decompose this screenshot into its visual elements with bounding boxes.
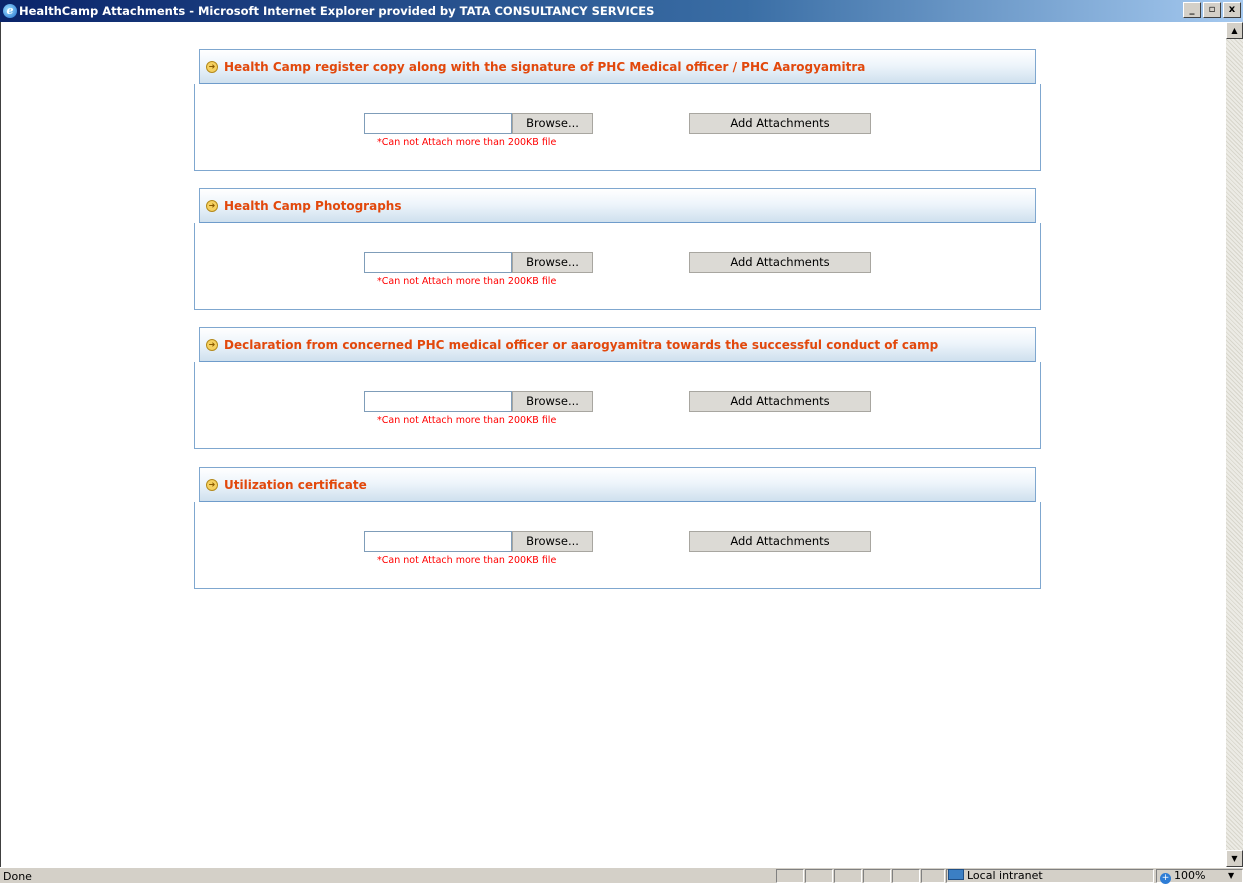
maximize-button[interactable]: ▫ [1203,2,1221,18]
ie-icon: e [3,4,17,18]
section-title: Declaration from concerned PHC medical o… [224,338,939,352]
arrow-right-icon: ➜ [206,479,218,491]
section-title: Health Camp Photographs [224,199,402,213]
file-path-input[interactable] [364,531,512,552]
add-attachments-button[interactable]: Add Attachments [689,113,871,134]
file-path-input[interactable] [364,252,512,273]
page-viewport: ➜ Health Camp register copy along with t… [0,22,1226,867]
browse-button[interactable]: Browse... [512,252,593,273]
status-pane [834,869,862,883]
file-size-note: *Can not Attach more than 200KB file [377,555,557,566]
status-text: Done [3,870,32,883]
section-body: Browse... Add Attachments *Can not Attac… [194,502,1041,589]
section-body: Browse... Add Attachments *Can not Attac… [194,223,1041,310]
file-size-note: *Can not Attach more than 200KB file [377,137,557,148]
file-path-input[interactable] [364,391,512,412]
browse-button[interactable]: Browse... [512,113,593,134]
status-pane [805,869,833,883]
add-attachments-button[interactable]: Add Attachments [689,252,871,273]
section-header: ➜ Declaration from concerned PHC medical… [199,327,1036,362]
status-pane [863,869,891,883]
zoom-icon: + [1160,873,1171,884]
section-header: ➜ Utilization certificate [199,467,1036,502]
browse-button[interactable]: Browse... [512,531,593,552]
window-title-bar[interactable]: e HealthCamp Attachments - Microsoft Int… [0,0,1243,22]
status-bar: Done Local intranet +100% ▼ [0,867,1243,884]
scroll-down-icon[interactable]: ▼ [1226,850,1243,867]
window-title: HealthCamp Attachments - Microsoft Inter… [19,4,655,18]
section-header: ➜ Health Camp register copy along with t… [199,49,1036,84]
close-button[interactable]: x [1223,2,1241,18]
add-attachments-button[interactable]: Add Attachments [689,391,871,412]
local-intranet-icon [948,869,964,880]
status-pane [776,869,804,883]
section-title: Health Camp register copy along with the… [224,60,866,74]
minimize-button[interactable]: _ [1183,2,1201,18]
file-path-input[interactable] [364,113,512,134]
window-controls: _ ▫ x [1183,2,1241,18]
status-pane [892,869,920,883]
add-attachments-button[interactable]: Add Attachments [689,531,871,552]
scroll-up-icon[interactable]: ▲ [1226,22,1243,39]
browse-button[interactable]: Browse... [512,391,593,412]
section-header: ➜ Health Camp Photographs [199,188,1036,223]
zone-label: Local intranet [967,869,1043,882]
arrow-right-icon: ➜ [206,339,218,351]
file-size-note: *Can not Attach more than 200KB file [377,415,557,426]
file-size-note: *Can not Attach more than 200KB file [377,276,557,287]
status-pane [921,869,945,883]
section-body: Browse... Add Attachments *Can not Attac… [194,84,1041,171]
chevron-down-icon[interactable]: ▼ [1228,869,1234,882]
arrow-right-icon: ➜ [206,61,218,73]
zoom-control[interactable]: +100% [1160,869,1206,884]
section-body: Browse... Add Attachments *Can not Attac… [194,362,1041,449]
arrow-right-icon: ➜ [206,200,218,212]
security-zone: Local intranet [948,869,1043,883]
section-title: Utilization certificate [224,478,367,492]
zoom-level: 100% [1174,869,1206,882]
vertical-scrollbar[interactable]: ▲ ▼ [1226,22,1243,867]
